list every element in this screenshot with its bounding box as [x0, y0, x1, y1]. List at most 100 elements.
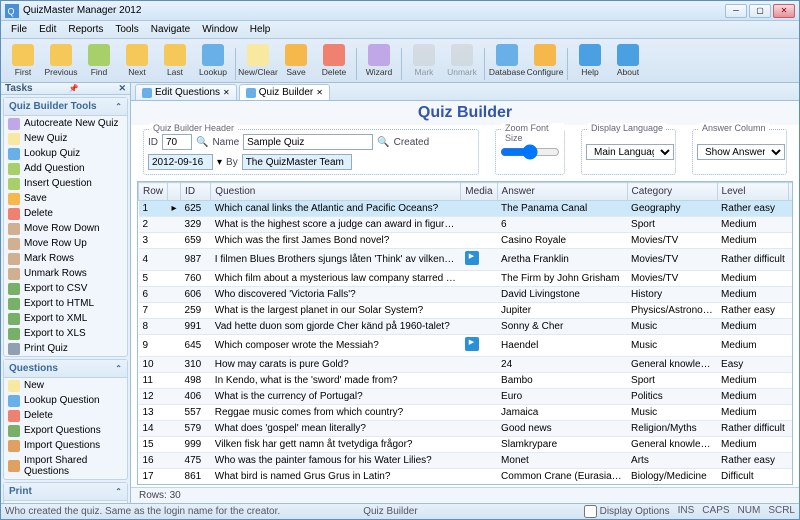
col-id[interactable]: ID [181, 183, 211, 201]
tb-first[interactable]: First [5, 40, 41, 80]
tb-next[interactable]: Next [119, 40, 155, 80]
tb-configure[interactable]: Configure [527, 40, 563, 80]
sideitem-mark-rows[interactable]: Mark Rows [4, 251, 127, 266]
created-by-field[interactable] [242, 154, 352, 170]
tb-about[interactable]: About [610, 40, 646, 80]
col-question[interactable]: Question [211, 183, 461, 201]
col-created[interactable]: Created [789, 183, 793, 201]
grid[interactable]: Row IDQuestionMediaAnswerCategoryLevelCre… [137, 181, 793, 485]
sideitem-export-to-csv[interactable]: Export to CSV [4, 281, 127, 296]
lookup-name-icon[interactable]: 🔍 [377, 137, 389, 148]
menu-reports[interactable]: Reports [62, 22, 109, 37]
table-row[interactable]: 12406What is the currency of Portugal?Eu… [139, 389, 794, 405]
tb-last[interactable]: Last [157, 40, 193, 80]
menu-edit[interactable]: Edit [33, 22, 62, 37]
name-field[interactable] [243, 134, 373, 150]
table-row[interactable]: 9645Which composer wrote the Messiah?Hae… [139, 335, 794, 357]
sidegroup-header[interactable]: Questions⌃ [4, 360, 127, 378]
tab-close-icon[interactable]: ✕ [316, 88, 323, 97]
zoom-slider[interactable] [500, 146, 560, 158]
menu-window[interactable]: Window [196, 22, 244, 37]
table-row[interactable]: 8991Vad hette duon som gjorde Cher känd … [139, 319, 794, 335]
menu-file[interactable]: File [5, 22, 33, 37]
col-row[interactable]: Row [139, 183, 168, 201]
status-display-options[interactable]: Display Options [584, 505, 670, 518]
table-row[interactable]: 7259What is the largest planet in our So… [139, 303, 794, 319]
col-category[interactable]: Category [627, 183, 717, 201]
tb-previous[interactable]: Previous [43, 40, 79, 80]
sideitem-print-quiz[interactable]: Print Quiz [4, 341, 127, 356]
calendar-icon[interactable]: ▾ [217, 157, 222, 168]
sideitem-print-quiz[interactable]: Print Quiz [4, 501, 127, 503]
table-row[interactable]: 11498In Kendo, what is the 'sword' made … [139, 373, 794, 389]
col-marker[interactable] [168, 183, 181, 201]
table-row[interactable]: 14579What does 'gospel' mean literally?G… [139, 421, 794, 437]
table-row[interactable]: 3659Which was the first James Bond novel… [139, 233, 794, 249]
sideitem-export-to-html[interactable]: Export to HTML [4, 296, 127, 311]
minimize-button[interactable]: ─ [725, 4, 747, 18]
tb-lookup[interactable]: Lookup [195, 40, 231, 80]
sideitem-insert-question[interactable]: Insert Question [4, 176, 127, 191]
sideitem-move-row-down[interactable]: Move Row Down [4, 221, 127, 236]
answer-column-select[interactable]: Show Answer [697, 144, 785, 160]
menu-tools[interactable]: Tools [109, 22, 144, 37]
close-button[interactable]: ✕ [773, 4, 795, 18]
sideitem-delete[interactable]: Delete [4, 206, 127, 221]
sideitem-add-question[interactable]: Add Question [4, 161, 127, 176]
table-row[interactable]: 13557Reggae music comes from which count… [139, 405, 794, 421]
col-answer[interactable]: Answer [497, 183, 627, 201]
created-date-field[interactable] [148, 154, 213, 170]
sideitem-lookup-question[interactable]: Lookup Question [4, 393, 127, 408]
sidebar: Tasks 📌 ✕ Quiz Builder Tools⌃Autocreate … [1, 83, 131, 503]
tb-help[interactable]: Help [572, 40, 608, 80]
table-row[interactable]: 16475Who was the painter famous for his … [139, 453, 794, 469]
sideitem-export-to-xml[interactable]: Export to XML [4, 311, 127, 326]
table-row[interactable]: 1▸625Which canal links the Atlantic and … [139, 201, 794, 217]
maximize-button[interactable]: ▢ [749, 4, 771, 18]
tab-quiz-builder[interactable]: Quiz Builder✕ [239, 84, 330, 100]
sideitem-autocreate-new-quiz[interactable]: Autocreate New Quiz [4, 116, 127, 131]
table-row[interactable]: 10310How may carats is pure Gold?24Gener… [139, 357, 794, 373]
table-row[interactable]: 2329What is the highest score a judge ca… [139, 217, 794, 233]
tab-close-icon[interactable]: ✕ [223, 88, 230, 97]
sidebar-close-icon[interactable]: ✕ [118, 83, 126, 94]
sideitem-import-shared-questions[interactable]: Import Shared Questions [4, 453, 127, 479]
sideitem-import-questions[interactable]: Import Questions [4, 438, 127, 453]
table-row[interactable]: 6606Who discovered 'Victoria Falls'?Davi… [139, 287, 794, 303]
col-level[interactable]: Level [717, 183, 789, 201]
sideitem-icon [8, 380, 20, 392]
tab-icon [246, 88, 256, 98]
sideitem-icon [8, 118, 20, 130]
display-options-check[interactable] [584, 505, 597, 518]
table-row[interactable]: 4987I filmen Blues Brothers sjungs låten… [139, 249, 794, 271]
sidegroup-header[interactable]: Print⌃ [4, 483, 127, 501]
table-row[interactable]: 5760Which film about a mysterious law co… [139, 271, 794, 287]
col-media[interactable]: Media [461, 183, 497, 201]
sideitem-lookup-quiz[interactable]: Lookup Quiz [4, 146, 127, 161]
tb-find[interactable]: Find [81, 40, 117, 80]
sideitem-export-to-xls[interactable]: Export to XLS [4, 326, 127, 341]
sideitem-unmark-rows[interactable]: Unmark Rows [4, 266, 127, 281]
table-row[interactable]: 17861What bird is named Grus Grus in Lat… [139, 469, 794, 485]
tb-database[interactable]: Database [489, 40, 525, 80]
language-select[interactable]: Main Language [586, 144, 674, 160]
tb-delete[interactable]: Delete [316, 40, 352, 80]
table-row[interactable]: 15999Vilken fisk har gett namn åt tvetyd… [139, 437, 794, 453]
sideitem-save[interactable]: Save [4, 191, 127, 206]
sideitem-export-questions[interactable]: Export Questions [4, 423, 127, 438]
menu-help[interactable]: Help [244, 22, 277, 37]
table-row[interactable]: 18584Who wrote 'The Interpretation of Dr… [139, 485, 794, 486]
sideitem-new-quiz[interactable]: New Quiz [4, 131, 127, 146]
sideitem-delete[interactable]: Delete [4, 408, 127, 423]
tb-new-clear[interactable]: New/Clear [240, 40, 276, 80]
sidegroup-header[interactable]: Quiz Builder Tools⌃ [4, 98, 127, 116]
pin-icon[interactable]: 📌 [69, 84, 79, 93]
tb-save[interactable]: Save [278, 40, 314, 80]
lookup-id-icon[interactable]: 🔍 [196, 137, 208, 148]
tab-edit-questions[interactable]: Edit Questions✕ [135, 84, 237, 100]
menu-navigate[interactable]: Navigate [145, 22, 196, 37]
id-field[interactable] [162, 134, 192, 150]
sideitem-move-row-up[interactable]: Move Row Up [4, 236, 127, 251]
sideitem-new[interactable]: New [4, 378, 127, 393]
tb-wizard[interactable]: Wizard [361, 40, 397, 80]
